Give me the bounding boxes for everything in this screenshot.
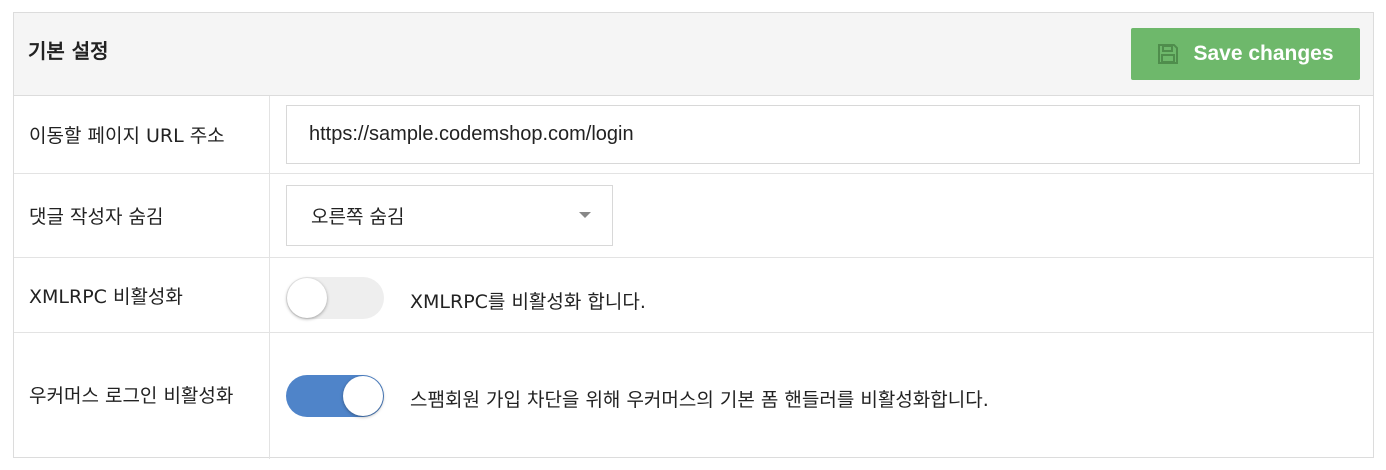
- setting-row-woocommerce-login: 우커머스 로그인 비활성화 스팸회원 가입 차단을 위해 우커머스의 기본 폼 …: [14, 333, 1373, 459]
- hide-comment-author-select[interactable]: 오른쪽 숨김: [286, 185, 613, 246]
- settings-panel: 기본 설정 Save changes 이동할 페이지 URL 주소 댓글 작성자…: [13, 12, 1374, 459]
- floppy-disk-icon: [1157, 43, 1179, 65]
- setting-label: 댓글 작성자 숨김: [14, 174, 270, 257]
- redirect-url-input[interactable]: [286, 105, 1360, 164]
- setting-row-hide-comment-author: 댓글 작성자 숨김 오른쪽 숨김: [14, 174, 1373, 258]
- save-changes-button[interactable]: Save changes: [1131, 28, 1360, 80]
- toggle-description: XMLRPC를 비활성화 합니다.: [410, 291, 646, 313]
- panel-title: 기본 설정: [28, 39, 109, 63]
- caret-down-icon: [579, 212, 591, 218]
- toggle-description: 스팸회원 가입 차단을 위해 우커머스의 기본 폼 핸들러를 비활성화합니다.: [410, 389, 989, 411]
- panel-header: 기본 설정 Save changes: [14, 13, 1373, 96]
- setting-label: 우커머스 로그인 비활성화: [14, 333, 270, 459]
- toggle-knob: [287, 278, 327, 318]
- save-changes-label: Save changes: [1193, 42, 1334, 65]
- setting-row-xmlrpc: XMLRPC 비활성화 XMLRPC를 비활성화 합니다.: [14, 258, 1373, 333]
- toggle-knob: [343, 376, 383, 416]
- setting-label: XMLRPC 비활성화: [14, 258, 270, 332]
- woocommerce-login-toggle[interactable]: [286, 375, 384, 417]
- setting-row-redirect-url: 이동할 페이지 URL 주소: [14, 96, 1373, 174]
- select-value: 오른쪽 숨김: [311, 206, 405, 228]
- xmlrpc-toggle[interactable]: [286, 277, 384, 319]
- setting-label: 이동할 페이지 URL 주소: [14, 96, 270, 173]
